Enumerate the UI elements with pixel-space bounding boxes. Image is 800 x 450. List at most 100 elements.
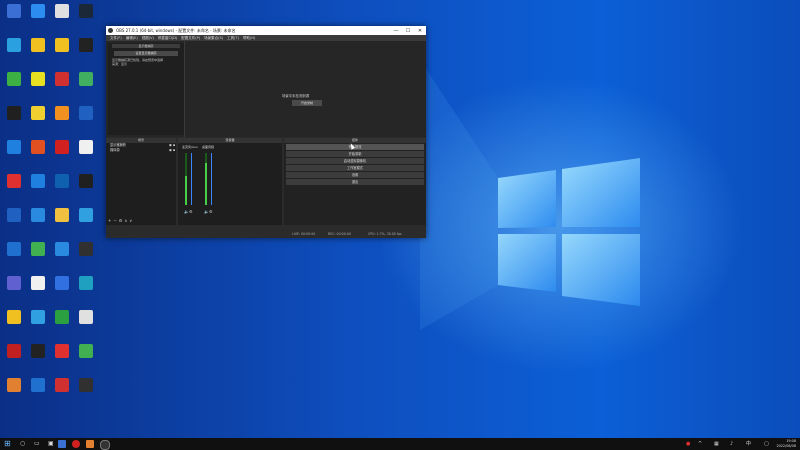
menu-help[interactable]: 帮助(H): [243, 36, 255, 41]
desktop-icon[interactable]: [2, 106, 26, 121]
desktop-icon[interactable]: [2, 378, 26, 393]
widgets-icon[interactable]: ▣: [48, 440, 56, 448]
desktop-icon[interactable]: [2, 140, 26, 155]
task-view-icon[interactable]: ▭: [34, 440, 42, 448]
desktop-icon[interactable]: [50, 310, 74, 325]
volume-icon[interactable]: ♪: [730, 441, 733, 447]
desktop-icon[interactable]: [50, 344, 74, 359]
minimize-icon[interactable]: —: [390, 28, 402, 34]
source-select[interactable]: 显示器捕获: [112, 44, 180, 48]
desktop-icon[interactable]: [50, 242, 74, 257]
desktop-icon[interactable]: [26, 242, 50, 257]
maximize-icon[interactable]: ☐: [402, 28, 414, 34]
desktop-icon[interactable]: [74, 310, 98, 325]
network-icon[interactable]: ▦: [714, 441, 719, 447]
menu-edit[interactable]: 编辑(E): [126, 36, 138, 41]
desktop-icon[interactable]: [74, 344, 98, 359]
desktop-icon[interactable]: [74, 174, 98, 189]
desktop-icon[interactable]: [50, 106, 74, 121]
desktop-icon[interactable]: [50, 140, 74, 155]
desktop-icon[interactable]: [26, 208, 50, 223]
chevron-up-icon[interactable]: ^: [698, 441, 702, 447]
desktop-icon[interactable]: [50, 38, 74, 53]
desktop-icon[interactable]: [26, 72, 50, 87]
mute-icon[interactable]: 🔈⚙: [184, 209, 193, 214]
close-icon[interactable]: ✕: [414, 28, 426, 34]
down-icon[interactable]: ∨: [129, 218, 134, 223]
start-recording-button[interactable]: 开始录制: [286, 151, 424, 157]
source-settings-button[interactable]: 设置显示器捕获: [114, 51, 178, 56]
menu-scene-collection[interactable]: 场景集合(S): [204, 36, 223, 41]
obs-titlebar[interactable]: OBS 27.0.1 (64-bit, windows) - 配置文件: 未命名…: [106, 26, 426, 35]
notification-icon[interactable]: ▢: [764, 441, 769, 447]
desktop-icon[interactable]: [74, 140, 98, 155]
app-icon[interactable]: [86, 440, 94, 448]
browser-icon[interactable]: [58, 440, 66, 448]
mute-icon[interactable]: 🔈⚙: [204, 209, 213, 214]
desktop-icon[interactable]: [2, 276, 26, 291]
desktop-icon[interactable]: [74, 4, 98, 19]
obs-window[interactable]: OBS 27.0.1 (64-bit, windows) - 配置文件: 未命名…: [106, 26, 426, 238]
desktop-icon[interactable]: [50, 174, 74, 189]
desktop-icon[interactable]: [74, 72, 98, 87]
desktop-icon[interactable]: [2, 38, 26, 53]
exit-button[interactable]: 退出: [286, 179, 424, 185]
desktop-icon[interactable]: [2, 208, 26, 223]
desktop-icon[interactable]: [26, 344, 50, 359]
desktop-icon[interactable]: [26, 174, 50, 189]
clock[interactable]: 19:08 2022/08/08: [776, 439, 796, 448]
obs-taskbar-icon[interactable]: [100, 440, 110, 450]
desktop-icon[interactable]: [50, 208, 74, 223]
search-icon[interactable]: ○: [20, 440, 28, 448]
desktop-icon[interactable]: [74, 276, 98, 291]
desktop-icon[interactable]: [50, 378, 74, 393]
menu-tools[interactable]: 工具(T): [227, 36, 239, 41]
desktop-icon[interactable]: [50, 4, 74, 19]
desktop-icon[interactable]: [26, 140, 50, 155]
app-icon: [79, 106, 93, 120]
app-icon: [55, 174, 69, 188]
antivirus-icon[interactable]: ●: [686, 441, 690, 447]
desktop-icon[interactable]: [2, 310, 26, 325]
desktop-icon[interactable]: [2, 174, 26, 189]
app-icon: [55, 72, 69, 86]
lock-icon[interactable]: ▪: [173, 148, 175, 153]
docks-area: 场景 混音器 控件 显示器捕获 ◉ ▪ 媒体源 ◉ ▪ +−⚙∧∨ 麦克风/Au…: [106, 138, 426, 230]
desktop-icon[interactable]: [26, 38, 50, 53]
desktop-icon[interactable]: [74, 242, 98, 257]
list-item[interactable]: 媒体源 ◉ ▪: [106, 148, 176, 153]
desktop-icon[interactable]: [2, 344, 26, 359]
menu-view[interactable]: 视图(V): [142, 36, 154, 41]
settings-button[interactable]: 设置: [286, 172, 424, 178]
desktop-icon[interactable]: [26, 378, 50, 393]
desktop-icon[interactable]: [2, 72, 26, 87]
desktop-icon[interactable]: [26, 4, 50, 19]
app-icon: [79, 72, 93, 86]
desktop-icon[interactable]: [26, 106, 50, 121]
virtual-camera-button[interactable]: 启动虚拟摄像机: [286, 158, 424, 164]
app-icon[interactable]: [72, 440, 80, 448]
desktop-icon[interactable]: [26, 310, 50, 325]
desktop-icon[interactable]: [2, 242, 26, 257]
app-icon: [55, 140, 69, 154]
studio-mode-button[interactable]: 工作室模式: [286, 165, 424, 171]
menu-file[interactable]: 文件(F): [110, 36, 122, 41]
preview-record-button[interactable]: 开始录制: [292, 100, 322, 106]
desktop-icon[interactable]: [26, 276, 50, 291]
menu-docks[interactable]: 停靠窗口(D): [158, 36, 177, 41]
preview-area[interactable]: 显示器捕获 设置显示器捕获 显示器捕获源已找到，请在预览中选择 来源：显示 场景…: [106, 41, 426, 151]
desktop-icon[interactable]: [74, 208, 98, 223]
menu-profile[interactable]: 配置文件(P): [181, 36, 200, 41]
desktop-icon[interactable]: [74, 378, 98, 393]
ime-icon[interactable]: 中: [746, 441, 751, 447]
desktop-icon[interactable]: [50, 72, 74, 87]
desktop-icon[interactable]: [2, 4, 26, 19]
start-icon[interactable]: ⊞: [4, 440, 12, 448]
eye-icon[interactable]: ◉: [169, 148, 172, 153]
desktop-icon[interactable]: [74, 106, 98, 121]
volume-fader[interactable]: [211, 153, 212, 205]
app-icon: [7, 140, 21, 154]
desktop-icon[interactable]: [50, 276, 74, 291]
volume-fader[interactable]: [191, 153, 192, 205]
desktop-icon[interactable]: [74, 38, 98, 53]
